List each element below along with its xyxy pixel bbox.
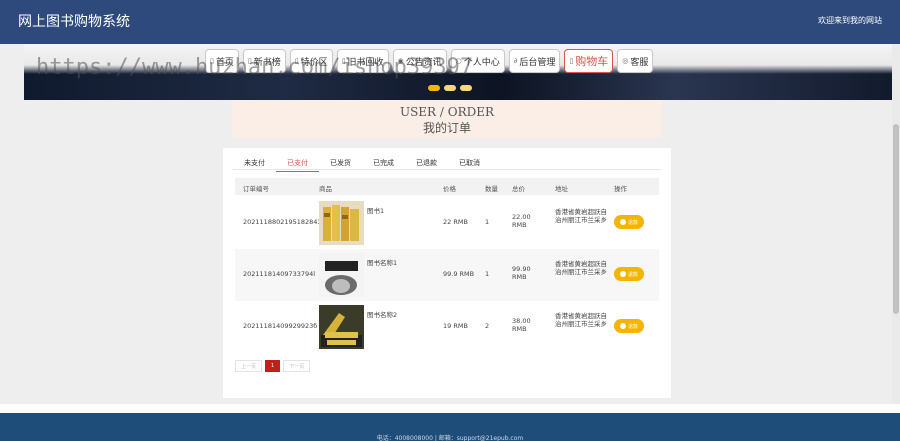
tab-divider bbox=[233, 169, 661, 170]
order-number: 20211181409929923б bbox=[243, 322, 318, 330]
table-row: 202111880219518284З 图书1 22 RMB 1 22.00 R… bbox=[235, 197, 659, 249]
product-name[interactable]: 图书1 bbox=[367, 205, 384, 215]
page-number-button[interactable]: 1 bbox=[265, 360, 281, 372]
footer-divider bbox=[0, 404, 900, 413]
page-title-en: USER / ORDER bbox=[399, 105, 495, 119]
refund-button[interactable]: 退款 bbox=[614, 267, 644, 281]
nav-cart[interactable]: ▯ 购物车 bbox=[564, 49, 614, 73]
nav-admin[interactable]: ∂ 后台管理 bbox=[508, 49, 561, 73]
price: 99.9 RMB bbox=[443, 270, 475, 278]
table-row: 20211181409733794l 图书名称1 99.9 RMB 1 99.9… bbox=[235, 249, 659, 301]
refund-icon bbox=[619, 323, 626, 329]
price: 22 RMB bbox=[443, 218, 468, 226]
watermark-text: https://www.huzhan.com/ishop39397 bbox=[36, 55, 474, 80]
cart-icon: ▯ bbox=[569, 57, 574, 65]
product-name[interactable]: 图书名称1 bbox=[367, 257, 397, 267]
quantity: 2 bbox=[485, 322, 490, 330]
refund-button[interactable]: 退款 bbox=[614, 319, 644, 333]
quantity: 1 bbox=[485, 218, 490, 226]
scrollbar-thumb[interactable] bbox=[893, 124, 899, 314]
total: 38.00 RMB bbox=[512, 317, 531, 333]
price: 19 RMB bbox=[443, 322, 468, 330]
support-icon: ◎ bbox=[622, 57, 629, 65]
total: 99.90 RMB bbox=[512, 265, 531, 281]
next-page-button[interactable]: 下一页 bbox=[283, 360, 311, 372]
nav-support[interactable]: ◎ 客服 bbox=[617, 49, 654, 73]
order-number: 202111880219518284З bbox=[243, 218, 322, 226]
address: 香港省黄岩超跃自治州丽江市兰采乡 bbox=[555, 260, 607, 276]
page-title-box: USER / ORDER 我的订单 bbox=[232, 100, 662, 138]
col-price: 价格 bbox=[443, 185, 456, 193]
table-row: 20211181409929923б 图书名称2 19 RMB 2 38.00 … bbox=[235, 301, 659, 353]
col-order-no: 订单编号 bbox=[243, 185, 269, 193]
site-title: 网上图书购物系统 bbox=[18, 14, 130, 30]
refund-button[interactable]: 退款 bbox=[614, 215, 644, 229]
total: 22.00 RMB bbox=[512, 213, 531, 229]
refund-icon bbox=[619, 219, 626, 225]
col-qty: 数量 bbox=[485, 185, 498, 193]
welcome-text: 欢迎来到我的网站 bbox=[818, 16, 882, 25]
page-title-cn: 我的订单 bbox=[422, 121, 471, 135]
col-action: 操作 bbox=[614, 185, 627, 193]
pagination: 上一页 1 下一页 bbox=[235, 360, 311, 372]
link-icon: ∂ bbox=[513, 57, 518, 65]
table-header: 订单编号 商品 价格 数量 总价 地址 操作 bbox=[235, 178, 659, 195]
address: 香港省黄岩超跃自治州丽江市兰采乡 bbox=[555, 312, 607, 328]
quantity: 1 bbox=[485, 270, 490, 278]
address: 香港省黄岩超跃自治州丽江市兰采乡 bbox=[555, 208, 607, 224]
carousel-indicators bbox=[428, 85, 472, 91]
prev-page-button[interactable]: 上一页 bbox=[235, 360, 263, 372]
col-address: 地址 bbox=[555, 185, 568, 193]
order-number: 20211181409733794l bbox=[243, 270, 316, 278]
carousel-dot[interactable] bbox=[428, 85, 440, 91]
refund-icon bbox=[619, 271, 626, 277]
book-cover[interactable] bbox=[319, 253, 364, 297]
book-cover[interactable] bbox=[319, 201, 364, 245]
orders-panel: 未支付 已支付 已发货 已完成 已退款 已取消 订单编号 商品 价格 数量 总价… bbox=[223, 148, 671, 398]
col-product: 商品 bbox=[319, 185, 332, 193]
top-header: 网上图书购物系统 欢迎来到我的网站 bbox=[0, 0, 900, 44]
product-name[interactable]: 图书名称2 bbox=[367, 309, 397, 319]
page-scrollbar[interactable] bbox=[892, 44, 900, 413]
footer-contact: 电话：4008008000 | 邮箱：support@21epub.com bbox=[376, 435, 524, 441]
col-total: 总价 bbox=[512, 185, 525, 193]
book-cover[interactable] bbox=[319, 305, 364, 349]
carousel-dot[interactable] bbox=[460, 85, 472, 91]
page-footer: 电话：4008008000 | 邮箱：support@21epub.com bbox=[0, 413, 900, 441]
carousel-dot[interactable] bbox=[444, 85, 456, 91]
